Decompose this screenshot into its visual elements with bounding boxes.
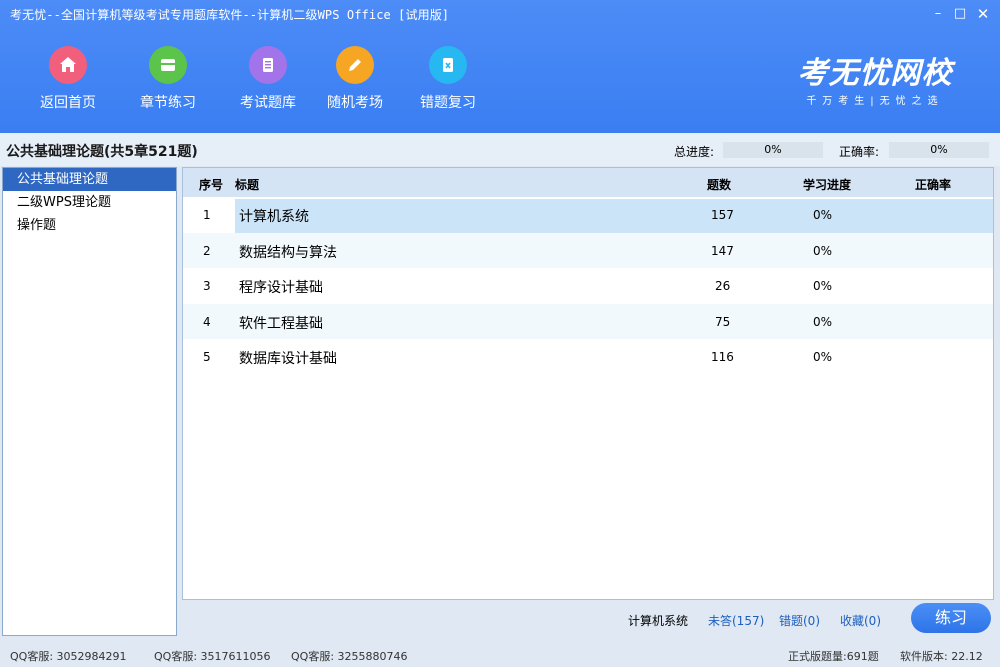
page-title: 公共基础理论题(共5章521题) xyxy=(6,144,198,160)
table-row[interactable]: 5 数据库设计基础 116 0% xyxy=(183,339,993,375)
row-progress: 0% xyxy=(813,243,833,258)
row-index: 2 xyxy=(203,243,211,258)
status-bar: QQ客服: 3052984291 QQ客服: 3517611056 QQ客服: … xyxy=(0,641,1000,667)
table-row[interactable]: 3 程序设计基础 26 0% xyxy=(183,268,993,304)
maximize-button[interactable]: □ xyxy=(950,4,970,24)
row-count: 157 xyxy=(711,208,734,222)
minimize-button[interactable]: – xyxy=(928,4,948,24)
qq-support-1: QQ客服: 3052984291 xyxy=(10,650,127,663)
row-progress: 0% xyxy=(813,314,833,329)
sidebar-item-public-basics[interactable]: 公共基础理论题 xyxy=(3,168,176,191)
table-row[interactable]: 4 软件工程基础 75 0% xyxy=(183,303,993,339)
action-strip: 计算机系统 未答(157) 错题(0) 收藏(0) 练习 xyxy=(182,600,994,636)
row-progress: 0% xyxy=(813,279,833,293)
accuracy-bar: 0% xyxy=(889,142,989,158)
column-header-accuracy: 正确率 xyxy=(915,178,952,192)
nav-label: 随机考场 xyxy=(327,95,383,111)
accuracy-label: 正确率: xyxy=(839,145,880,159)
category-sidebar: 公共基础理论题 二级WPS理论题 操作题 xyxy=(2,167,177,636)
row-count: 147 xyxy=(711,243,734,258)
row-title: 软件工程基础 xyxy=(239,315,323,332)
row-index: 4 xyxy=(203,314,211,329)
progress-label: 总进度: xyxy=(674,145,715,159)
nav-home-button[interactable]: 返回首页 xyxy=(28,46,108,112)
progress-bar: 0% xyxy=(723,142,823,158)
row-count: 75 xyxy=(715,314,731,329)
row-selection-highlight xyxy=(235,199,993,233)
table-row[interactable]: 2 数据结构与算法 147 0% xyxy=(183,232,993,268)
nav-chapter-button[interactable]: 章节练习 xyxy=(128,46,208,112)
row-index: 5 xyxy=(203,350,211,364)
window-title: 考无忧--全国计算机等级考试专用题库软件--计算机二级WPS Office [试… xyxy=(10,8,450,22)
selected-chapter-name: 计算机系统 xyxy=(628,614,689,628)
software-version: 软件版本: 22.12 xyxy=(900,650,983,663)
nav-label: 章节练习 xyxy=(140,95,196,111)
nav-exam-bank-button[interactable]: 考试题库 xyxy=(228,46,308,112)
row-index: 1 xyxy=(203,208,211,222)
table-row[interactable]: 1 计算机系统 157 0% xyxy=(183,197,993,233)
nav-label: 错题复习 xyxy=(420,95,476,111)
chapter-table: 序号 标题 题数 学习进度 正确率 1 计算机系统 157 0% 2 数据结构与… xyxy=(182,167,994,600)
row-title: 数据结构与算法 xyxy=(239,244,337,261)
logo-slogan: 千万考生|无忧之选 xyxy=(806,96,944,107)
nav-error-review-button[interactable]: 错题复习 xyxy=(408,46,488,112)
qq-support-3: QQ客服: 3255880746 xyxy=(291,650,408,663)
favorites-link[interactable]: 收藏(0) xyxy=(840,612,881,629)
row-count: 26 xyxy=(715,279,731,293)
qq-support-2: QQ客服: 3517611056 xyxy=(154,650,271,663)
row-progress: 0% xyxy=(813,208,833,222)
column-header-title: 标题 xyxy=(235,178,260,192)
pencil-icon xyxy=(336,46,374,84)
sidebar-item-wps-theory[interactable]: 二级WPS理论题 xyxy=(3,191,176,214)
column-header-count: 题数 xyxy=(707,178,732,192)
nav-random-exam-button[interactable]: 随机考场 xyxy=(315,46,395,112)
row-title: 计算机系统 xyxy=(239,209,309,225)
brand-logo: 考无忧网校 千万考生|无忧之选 xyxy=(785,48,965,107)
close-button[interactable]: ✕ xyxy=(973,4,993,24)
row-count: 116 xyxy=(711,350,734,364)
nav-label: 考试题库 xyxy=(240,95,296,111)
column-header-index: 序号 xyxy=(199,178,224,192)
row-title: 数据库设计基础 xyxy=(239,351,337,367)
document-icon xyxy=(249,46,287,84)
column-header-progress: 学习进度 xyxy=(803,178,852,192)
row-progress: 0% xyxy=(813,350,833,364)
nav-label: 返回首页 xyxy=(40,95,96,111)
practice-button[interactable]: 练习 xyxy=(911,603,991,633)
row-index: 3 xyxy=(203,279,211,293)
table-header: 序号 标题 题数 学习进度 正确率 xyxy=(183,168,993,197)
unanswered-link[interactable]: 未答(157) xyxy=(708,612,764,629)
total-questions: 正式版题量:691题 xyxy=(788,650,879,663)
subheader-bar: 公共基础理论题(共5章521题) 总进度: 0% 正确率: 0% xyxy=(0,133,1000,166)
app-header: 考无忧--全国计算机等级考试专用题库软件--计算机二级WPS Office [试… xyxy=(0,0,1000,133)
home-icon xyxy=(49,46,87,84)
row-title: 程序设计基础 xyxy=(239,280,323,296)
sidebar-item-operation[interactable]: 操作题 xyxy=(3,214,176,237)
wrong-answers-link[interactable]: 错题(0) xyxy=(779,612,820,629)
logo-main-text: 考无忧网校 xyxy=(797,56,953,91)
error-review-icon xyxy=(429,46,467,84)
chapter-icon xyxy=(149,46,187,84)
